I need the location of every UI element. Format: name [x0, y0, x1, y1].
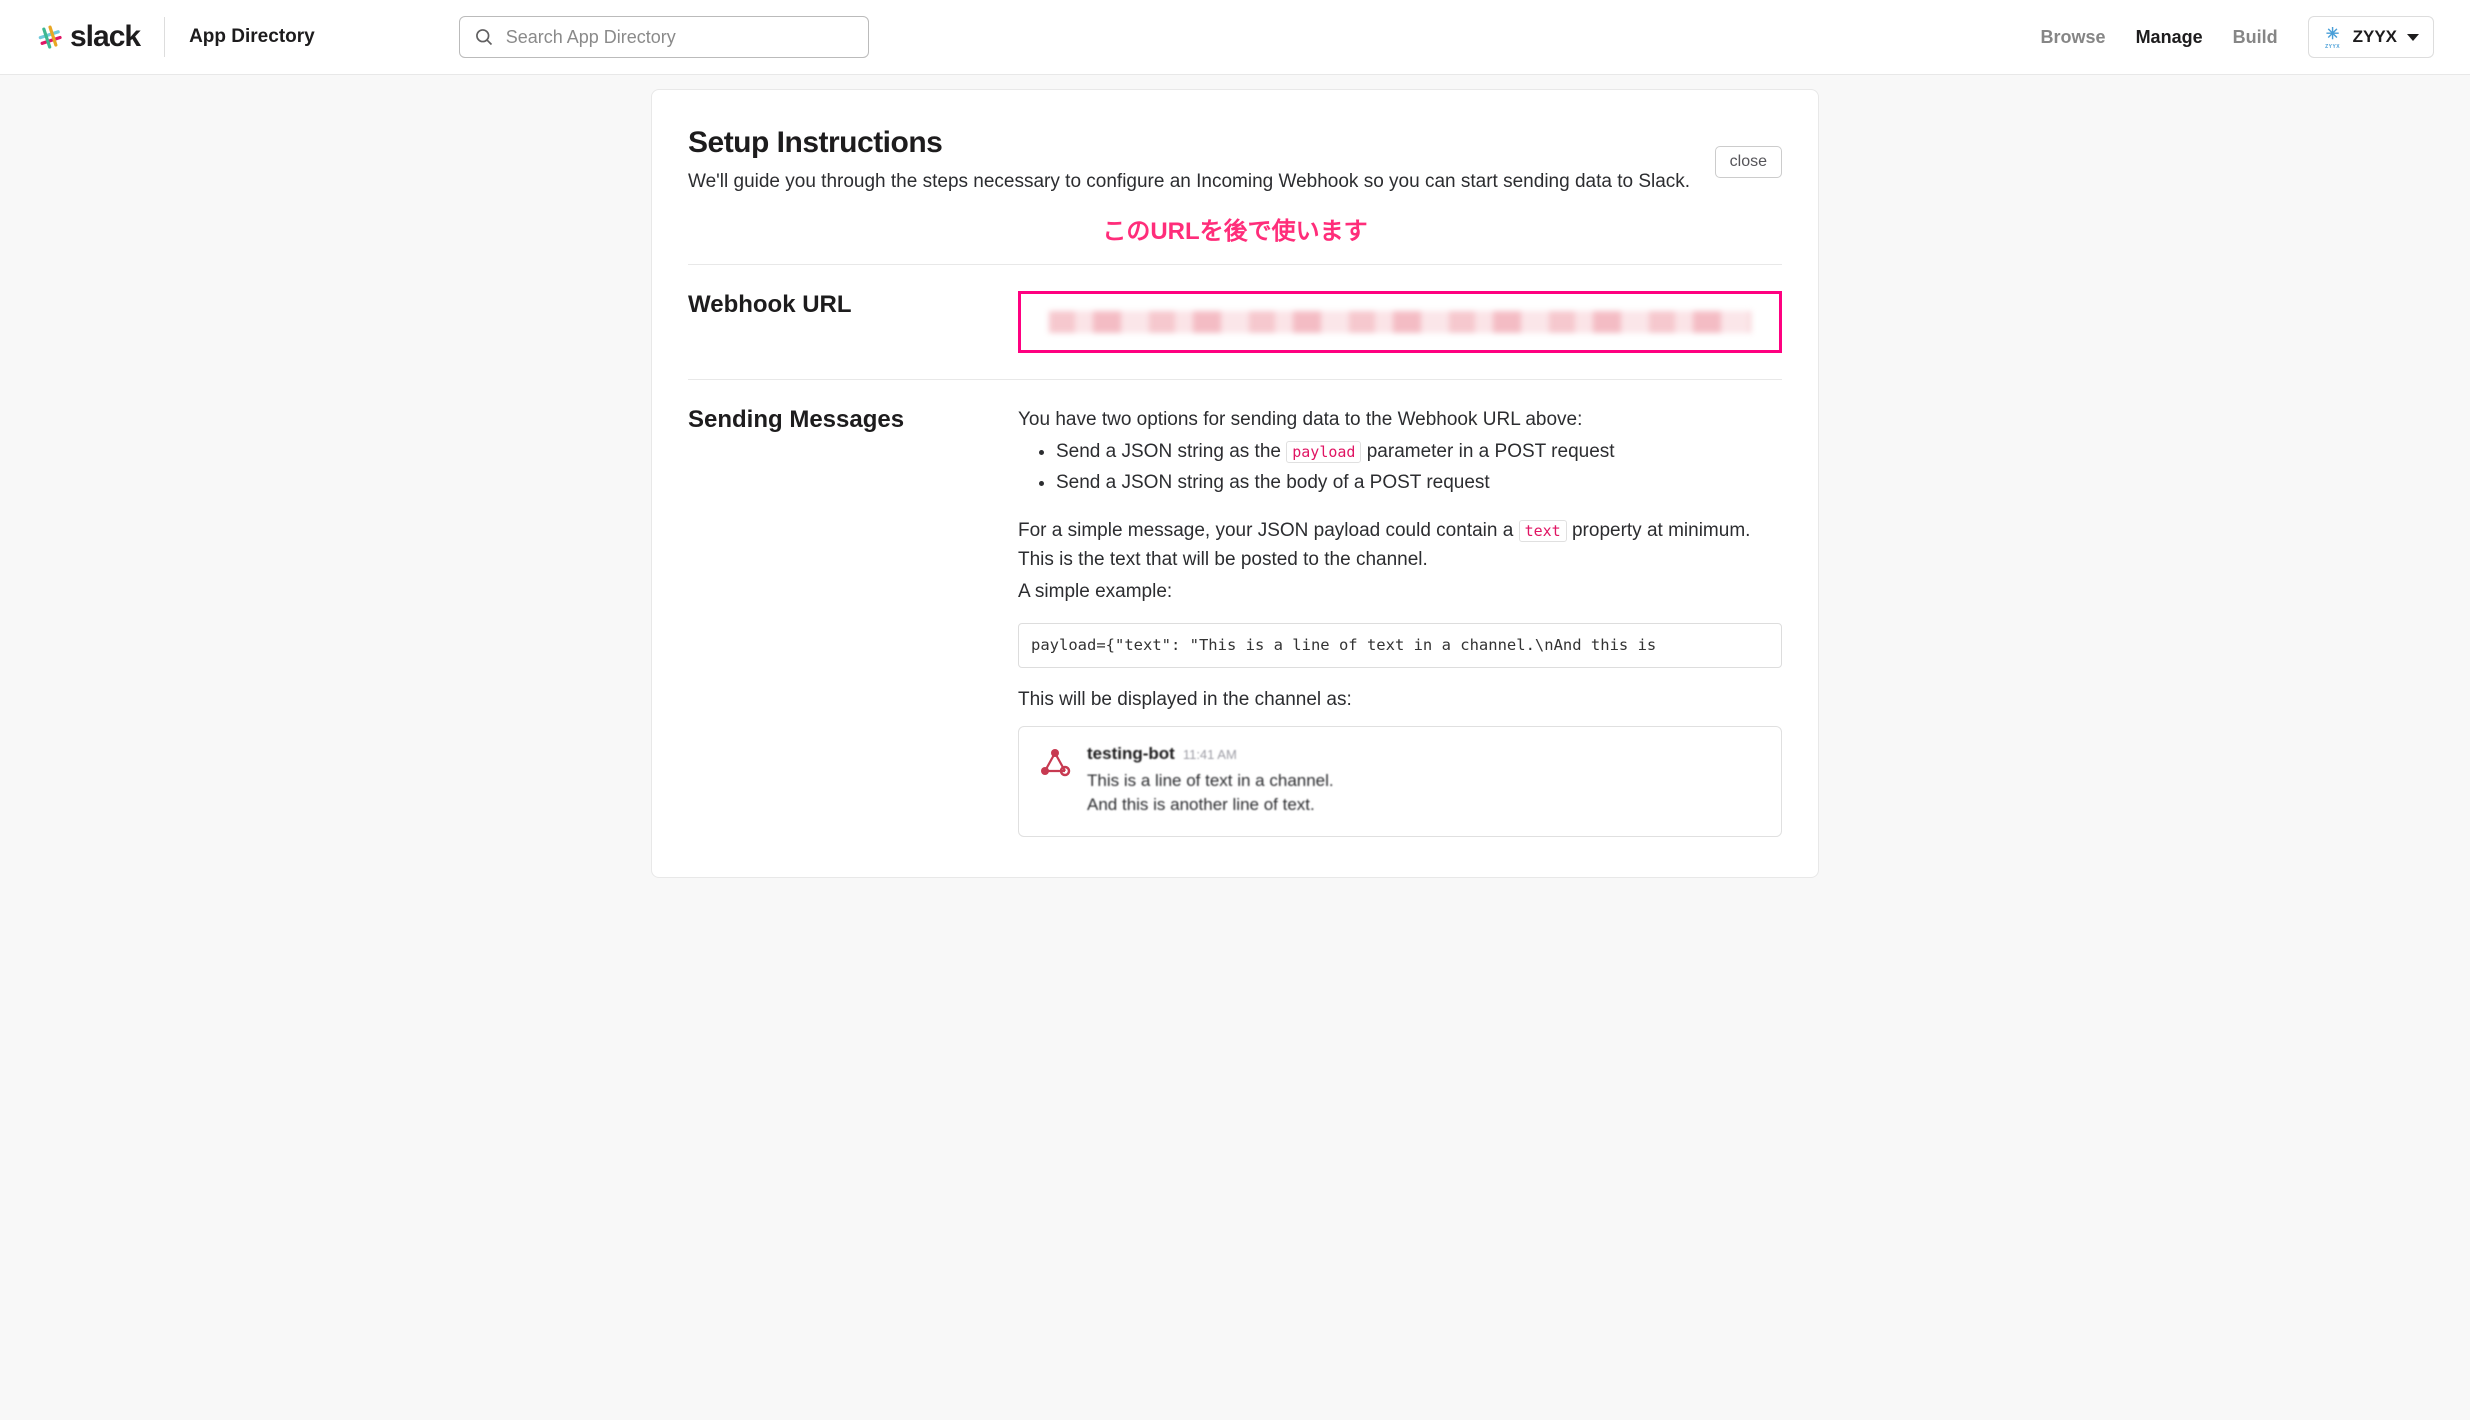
- sending-intro: You have two options for sending data to…: [1018, 406, 1782, 435]
- bot-name: testing-bot: [1087, 741, 1175, 767]
- chevron-down-icon: [2407, 34, 2419, 41]
- main-card: Setup Instructions We'll guide you throu…: [651, 89, 1819, 878]
- message-preview: testing-bot 11:41 AM This is a line of t…: [1018, 726, 1782, 837]
- workspace-name: ZYYX: [2353, 27, 2397, 47]
- sending-section: Sending Messages You have two options fo…: [688, 406, 1782, 838]
- message-body: testing-bot 11:41 AM This is a line of t…: [1087, 741, 1334, 818]
- code-example[interactable]: payload={"text": "This is a line of text…: [1018, 623, 1782, 668]
- para-example: A simple example:: [1018, 578, 1782, 607]
- slack-logo[interactable]: slack: [36, 20, 140, 54]
- para-text-prop: For a simple message, your JSON payload …: [1018, 517, 1782, 574]
- message-line-2: And this is another line of text.: [1087, 793, 1334, 818]
- logo-group: slack App Directory: [36, 17, 315, 57]
- page-subtitle: We'll guide you through the steps necess…: [688, 168, 1690, 197]
- sending-label: Sending Messages: [688, 406, 978, 434]
- brand-text: slack: [70, 20, 140, 54]
- webhook-label: Webhook URL: [688, 291, 978, 319]
- webhook-bot-icon: [1037, 745, 1073, 781]
- payload-code: payload: [1286, 441, 1361, 463]
- close-button[interactable]: close: [1715, 146, 1782, 178]
- nav-build[interactable]: Build: [2233, 27, 2278, 48]
- option-1: Send a JSON string as the payload parame…: [1056, 438, 1782, 467]
- webhook-url-box[interactable]: [1018, 291, 1782, 353]
- redacted-url: [1049, 311, 1751, 333]
- para-display: This will be displayed in the channel as…: [1018, 686, 1782, 715]
- nav-browse[interactable]: Browse: [2041, 27, 2106, 48]
- slack-hash-icon: [36, 23, 64, 51]
- nav-links: Browse Manage Build ✳ ZYYX ZYYX: [2041, 16, 2434, 58]
- divider: [688, 264, 1782, 265]
- annotation-label: このURLを後で使います: [688, 211, 1782, 246]
- bot-time: 11:41 AM: [1183, 745, 1237, 765]
- app-header: slack App Directory Browse Manage Build …: [0, 0, 2470, 75]
- nav-manage[interactable]: Manage: [2136, 27, 2203, 48]
- message-line-1: This is a line of text in a channel.: [1087, 769, 1334, 794]
- workspace-switcher[interactable]: ✳ ZYYX ZYYX: [2308, 16, 2434, 58]
- page-title: Setup Instructions: [688, 126, 1690, 160]
- divider: [688, 379, 1782, 380]
- divider: [164, 17, 165, 57]
- webhook-section: Webhook URL: [688, 291, 1782, 353]
- text-code: text: [1519, 520, 1567, 542]
- search-input[interactable]: [506, 27, 854, 48]
- workspace-icon: ✳ ZYYX: [2323, 25, 2343, 49]
- search-container: [459, 16, 869, 58]
- setup-header: Setup Instructions We'll guide you throu…: [688, 126, 1782, 197]
- search-icon: [474, 27, 494, 47]
- app-directory-title[interactable]: App Directory: [189, 26, 315, 48]
- search-box[interactable]: [459, 16, 869, 58]
- option-2: Send a JSON string as the body of a POST…: [1056, 469, 1782, 498]
